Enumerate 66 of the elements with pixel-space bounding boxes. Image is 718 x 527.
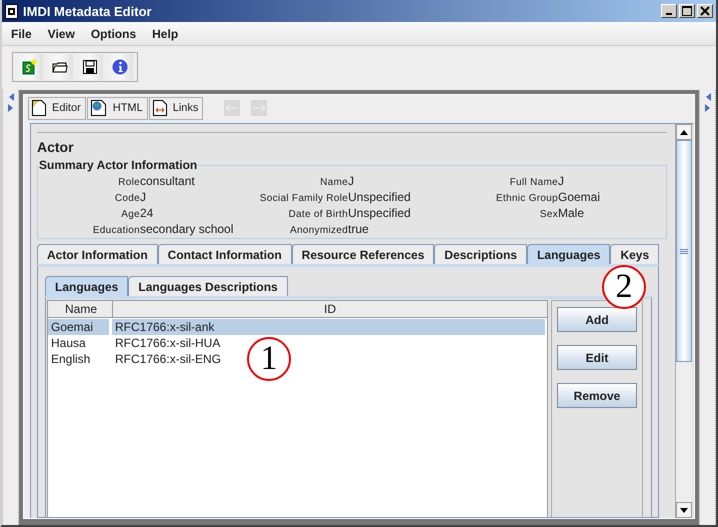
field-value: Male (558, 206, 586, 220)
table-cell[interactable]: Hausa (48, 335, 109, 351)
maximize-icon (682, 6, 692, 16)
field-value: Goemai (558, 190, 602, 204)
maximize-button[interactable] (679, 4, 695, 18)
action-button[interactable]: Remove (557, 383, 637, 408)
field-label: Role (117, 177, 140, 188)
view-button[interactable]: HTML (86, 96, 148, 120)
summary-title: Summary Actor Information (38, 158, 198, 172)
collapse-arrows-icon[interactable] (6, 92, 14, 114)
view-button[interactable]: Links (148, 96, 204, 120)
table-cell[interactable]: English (48, 351, 109, 367)
field-label: Social Family Role (258, 193, 348, 204)
field-value: 24 (140, 206, 154, 220)
field-label: Code (114, 193, 140, 204)
column-header[interactable]: ID (113, 301, 547, 317)
tab[interactable]: Languages Descriptions (128, 276, 288, 296)
tab[interactable]: Languages (527, 244, 610, 264)
field-label: Ethnic Group (495, 193, 558, 204)
window-title: IMDI Metadata Editor (23, 4, 153, 18)
table-cell[interactable]: Goemai (48, 319, 109, 335)
globe-document-icon (90, 100, 107, 116)
table-cell[interactable]: RFC1766:x-sil-ank (112, 319, 545, 335)
scrollbar[interactable] (675, 124, 692, 518)
field-value: J (348, 174, 355, 188)
field-label: Name (319, 177, 348, 188)
close-button[interactable] (697, 4, 713, 18)
field-value: J (558, 174, 565, 188)
field-value: Unspecified (348, 190, 412, 204)
field-label: Education (92, 225, 140, 236)
tab[interactable]: Contact Information (158, 244, 292, 264)
field-value: Unspecified (348, 206, 412, 220)
field-value: consultant (140, 174, 196, 188)
column-header[interactable]: Name (48, 301, 113, 317)
table-cell[interactable]: RFC1766:x-sil-HUA (112, 335, 220, 351)
tab[interactable]: Descriptions (434, 244, 528, 264)
menu-item[interactable]: Options (90, 26, 136, 40)
document-icon (5, 4, 18, 18)
tab[interactable]: Resource References (292, 244, 434, 264)
menu-item[interactable]: View (48, 26, 75, 40)
link-document-icon (152, 100, 167, 116)
collapse-arrows-icon[interactable] (704, 92, 712, 114)
field-value: secondary school (140, 222, 234, 236)
field-label: Full Name (508, 177, 558, 188)
action-button[interactable]: Edit (557, 345, 637, 370)
tab[interactable]: Keys (610, 244, 660, 264)
tab[interactable]: Languages (45, 276, 128, 296)
grip-icon (680, 248, 688, 254)
field-label: Age (120, 209, 140, 220)
close-icon (700, 6, 710, 16)
menu-item[interactable]: File (11, 26, 32, 40)
tab[interactable]: Actor Information (37, 244, 158, 264)
up-arrow-icon[interactable] (680, 130, 688, 134)
menu-item[interactable]: Help (152, 26, 178, 40)
minimize-button[interactable] (661, 4, 677, 18)
document-icon (32, 100, 46, 116)
field-value: true (348, 222, 370, 236)
field-value: J (140, 190, 147, 204)
field-label: Sex (538, 209, 558, 220)
table-cell[interactable]: RFC1766:x-sil-ENG (112, 351, 222, 367)
action-button[interactable]: Add (557, 307, 637, 332)
section-title: Actor (37, 139, 75, 155)
field-label: Anonymized (288, 225, 348, 236)
field-label: Date of Birth (288, 209, 348, 220)
view-button[interactable]: Editor (28, 96, 86, 120)
down-arrow-icon[interactable] (680, 508, 688, 512)
